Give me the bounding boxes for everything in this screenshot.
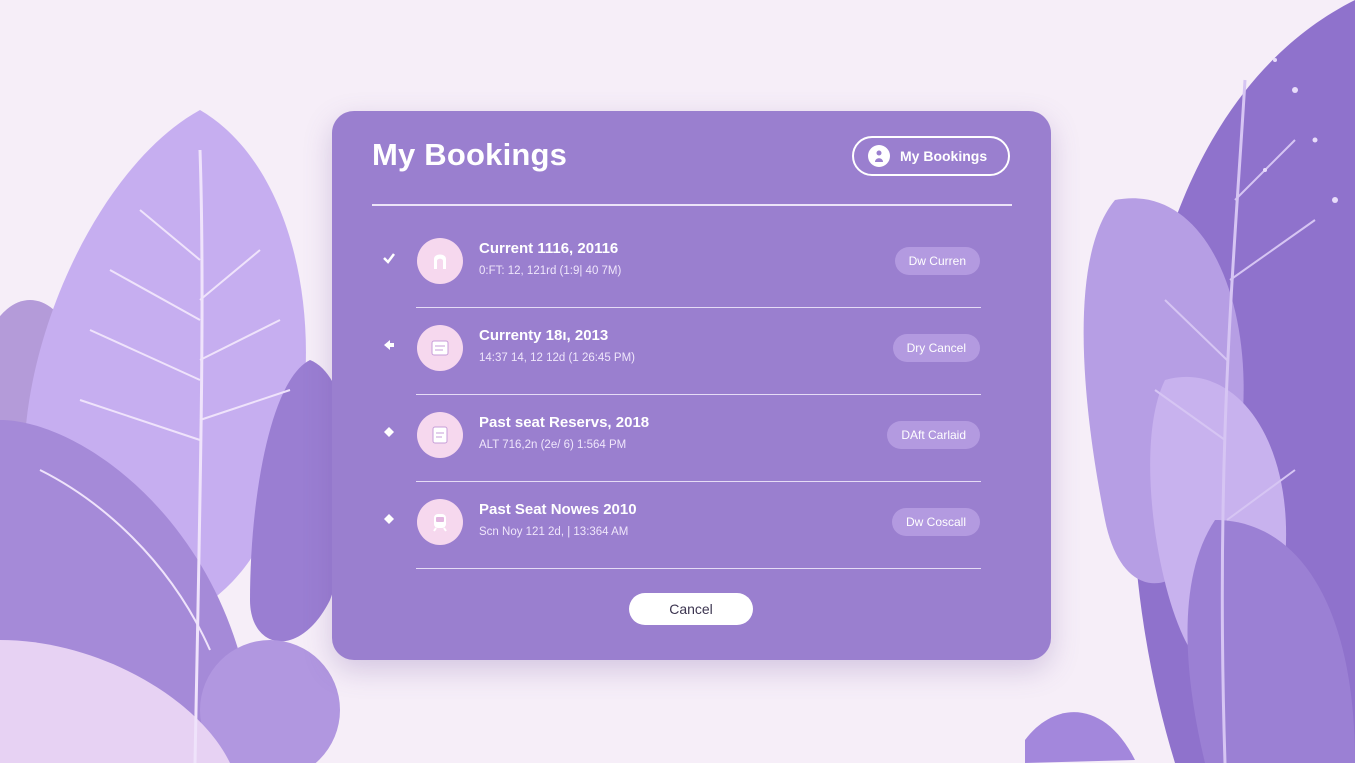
booking-datetime: 0:FT: 12, 121rd (1:9| 40 7M) bbox=[479, 265, 622, 277]
booking-title: Past Seat Nowes 2010 bbox=[479, 501, 637, 518]
check-icon bbox=[382, 251, 396, 265]
row-divider bbox=[416, 568, 981, 569]
booking-title: Past seat Reservs, 2018 bbox=[479, 414, 650, 431]
booking-row[interactable]: Current 1116, 20116 0:FT: 12, 121rd (1:9… bbox=[332, 221, 1051, 308]
diamond-icon bbox=[382, 512, 396, 526]
booking-datetime: Scn Noy 121 2d, | 13:364 AM bbox=[479, 526, 629, 538]
booking-row[interactable]: Currenty 18ı, 2013 14:37 14, 12 12d (1 2… bbox=[332, 308, 1051, 395]
person-icon bbox=[868, 145, 890, 167]
my-bookings-button[interactable]: My Bookings bbox=[852, 136, 1010, 176]
train-icon bbox=[417, 499, 463, 545]
header-divider bbox=[372, 204, 1012, 206]
dialog-title: My Bookings bbox=[372, 137, 568, 172]
booking-action-button[interactable]: Dw Curren bbox=[894, 247, 980, 275]
booking-action-button[interactable]: DAft Carlaid bbox=[887, 421, 980, 449]
booking-title: Currenty 18ı, 2013 bbox=[479, 327, 609, 344]
left-foliage-illustration bbox=[0, 110, 351, 763]
app-stage: My Bookings My Bookings Current 1116, 20… bbox=[0, 0, 1355, 763]
arrow-left-icon bbox=[382, 338, 396, 352]
booking-datetime: ALT 716,2n (2e/ 6) 1:564 PM bbox=[479, 439, 627, 451]
booking-list: Current 1116, 20116 0:FT: 12, 121rd (1:9… bbox=[332, 221, 1051, 569]
booking-row[interactable]: Past seat Reservs, 2018 ALT 716,2n (2e/ … bbox=[332, 395, 1051, 482]
booking-row[interactable]: Past Seat Nowes 2010 Scn Noy 121 2d, | 1… bbox=[332, 482, 1051, 569]
document-icon bbox=[417, 412, 463, 458]
my-bookings-button-label: My Bookings bbox=[900, 148, 988, 164]
booking-action-button[interactable]: Dw Coscall bbox=[891, 508, 980, 536]
diamond-icon bbox=[382, 425, 396, 439]
bookings-dialog: My Bookings My Bookings Current 1116, 20… bbox=[332, 111, 1051, 660]
cancel-button[interactable]: Cancel bbox=[629, 593, 753, 625]
user-icon bbox=[417, 238, 463, 284]
booking-datetime: 14:37 14, 12 12d (1 26:45 PM) bbox=[479, 352, 635, 364]
document-icon bbox=[417, 325, 463, 371]
booking-action-button[interactable]: Dry Cancel bbox=[892, 334, 980, 362]
booking-title: Current 1116, 20116 bbox=[479, 240, 619, 257]
